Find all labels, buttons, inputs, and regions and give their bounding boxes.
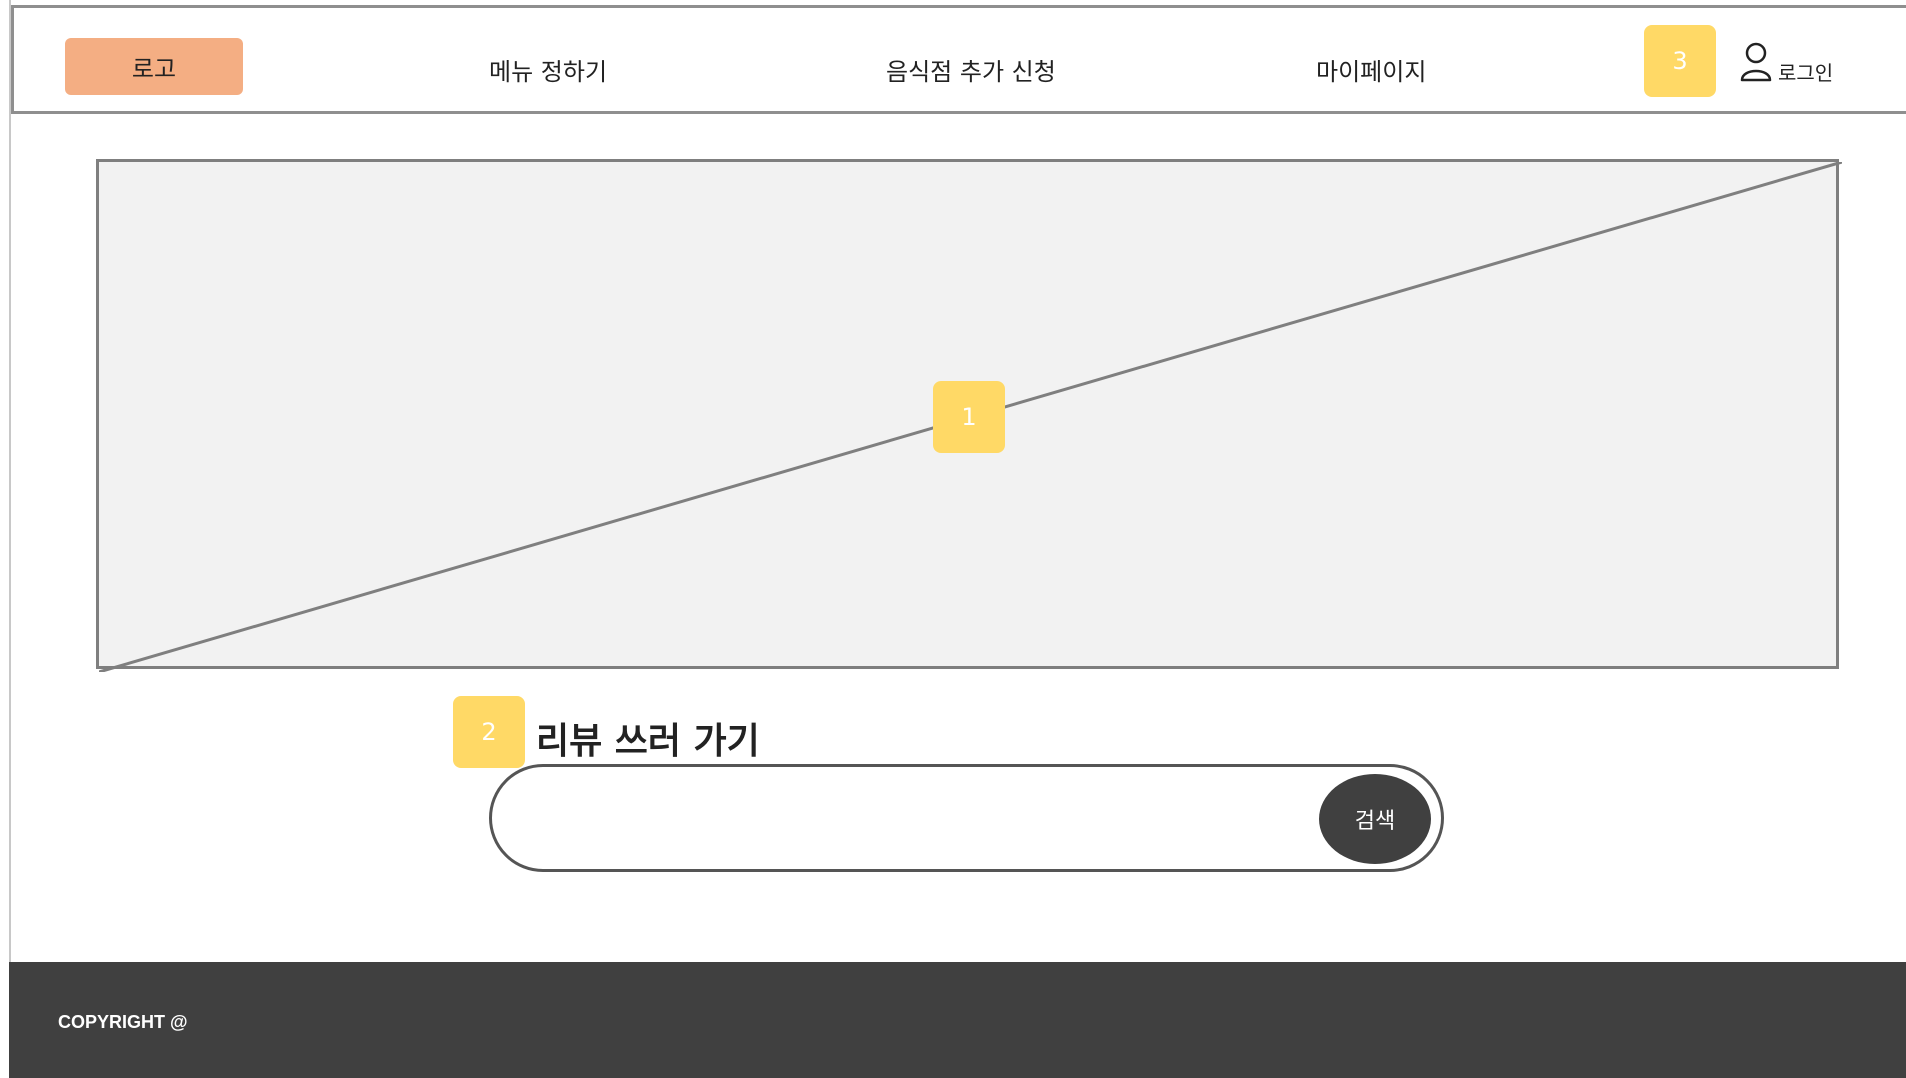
- search-button-label: 검색: [1354, 809, 1396, 834]
- logo-button[interactable]: 로고: [65, 38, 243, 95]
- nav-menu-pick[interactable]: 메뉴 정하기: [489, 52, 607, 87]
- annotation-badge-1-label: 1: [961, 403, 977, 431]
- nav-restaurant-request[interactable]: 음식점 추가 신청: [886, 52, 1056, 87]
- nav-mypage[interactable]: 마이페이지: [1316, 52, 1426, 87]
- annotation-badge-2: 2: [453, 696, 525, 768]
- hero-image-placeholder: 1: [96, 159, 1842, 672]
- top-navbar: 로고 메뉴 정하기 음식점 추가 신청 마이페이지 3 로그인: [11, 5, 1906, 114]
- search-input[interactable]: [532, 787, 1296, 849]
- annotation-badge-3: 3: [1644, 25, 1716, 97]
- search-bar: 검색: [489, 764, 1444, 872]
- review-link-title[interactable]: 리뷰 쓰러 가기: [536, 712, 760, 764]
- login-label: 로그인: [1778, 61, 1834, 85]
- annotation-badge-1: 1: [933, 381, 1005, 453]
- footer: COPYRIGHT @: [9, 962, 1906, 1078]
- logo-label: 로고: [131, 55, 177, 83]
- user-icon: [1738, 40, 1774, 88]
- annotation-badge-2-label: 2: [481, 718, 497, 746]
- search-button[interactable]: 검색: [1319, 774, 1431, 864]
- annotation-badge-3-label: 3: [1672, 47, 1688, 75]
- login-link[interactable]: 로그인: [1738, 40, 1833, 88]
- page-left-border: [9, 0, 11, 962]
- copyright-text: COPYRIGHT @: [58, 1012, 188, 1032]
